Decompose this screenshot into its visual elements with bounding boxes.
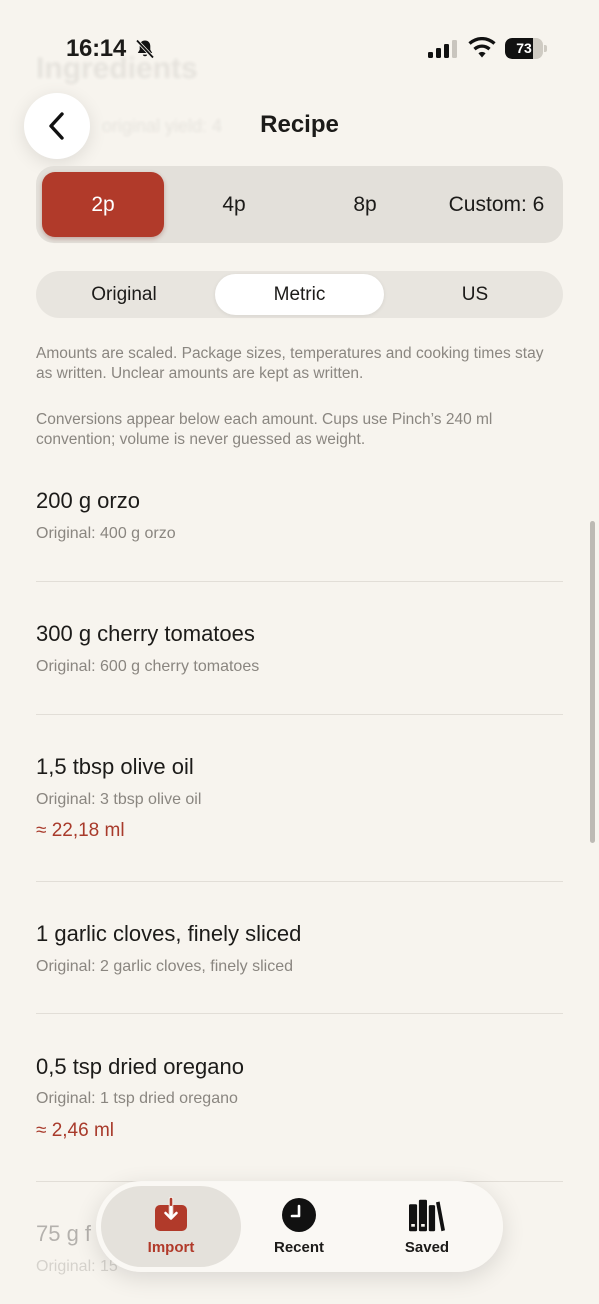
servings-option-8p[interactable]: 8p (302, 172, 428, 237)
ingredient-name: 75 g f (36, 1221, 92, 1246)
servings-option-4p[interactable]: 4p (172, 172, 296, 237)
unit-option-us[interactable]: US (391, 274, 559, 315)
clock-icon (282, 1198, 316, 1232)
divider (36, 714, 563, 715)
ingredient-name: 200 g orzo (36, 488, 140, 513)
conversion-note: Conversions appear below each amount. Cu… (36, 411, 493, 448)
scrollbar[interactable] (590, 521, 595, 843)
tab-import[interactable]: Import (111, 1181, 231, 1272)
tab-bar: Import Recent Saved (96, 1181, 503, 1272)
import-icon (155, 1197, 187, 1231)
ingredient-conversion: ≈ 22,18 ml (36, 820, 125, 841)
servings-option-custom[interactable]: Custom: 6 (434, 172, 559, 237)
wifi-icon (468, 37, 496, 58)
ingredient-name: 0,5 tsp dried oregano (36, 1054, 244, 1079)
ingredient-name: 1 garlic cloves, finely sliced (36, 921, 302, 946)
tab-recent[interactable]: Recent (239, 1181, 359, 1272)
ingredient-name: 1,5 tbsp olive oil (36, 754, 194, 779)
tab-label: Recent (273, 1239, 325, 1256)
unit-option-metric[interactable]: Metric (215, 274, 384, 315)
section-heading-ingredients: Ingredients (36, 52, 198, 85)
books-icon (409, 1199, 445, 1232)
unit-selector: Original Metric US (36, 271, 563, 318)
signal-icon (428, 40, 457, 58)
divider (36, 1013, 563, 1014)
page-title: Recipe (260, 111, 339, 138)
tab-saved[interactable]: Saved (367, 1181, 487, 1272)
tab-label: Import (147, 1239, 195, 1256)
servings-option-2p[interactable]: 2p (42, 172, 164, 237)
tab-label: Saved (404, 1239, 450, 1256)
unit-option-original[interactable]: Original (40, 274, 208, 315)
ingredient-conversion: ≈ 2,46 ml (36, 1120, 115, 1141)
ingredient-original: Original: 1 tsp dried oregano (36, 1090, 238, 1107)
scaling-note: Amounts are scaled. Package sizes, tempe… (36, 345, 544, 382)
servings-selector: 2p 4p 8p Custom: 6 (36, 166, 563, 243)
ingredient-original: Original: 2 garlic cloves, finely sliced (36, 958, 293, 975)
ingredient-name: 300 g cherry tomatoes (36, 621, 255, 646)
ingredient-original: Original: 15 (36, 1258, 118, 1275)
battery-indicator: 73 (505, 38, 547, 59)
ingredient-original: Original: 3 tbsp olive oil (36, 791, 202, 808)
battery-level: 73 (516, 40, 532, 56)
divider (36, 881, 563, 882)
divider (36, 581, 563, 582)
ingredient-original: Original: 400 g orzo (36, 525, 176, 542)
ingredient-original: Original: 600 g cherry tomatoes (36, 658, 260, 675)
